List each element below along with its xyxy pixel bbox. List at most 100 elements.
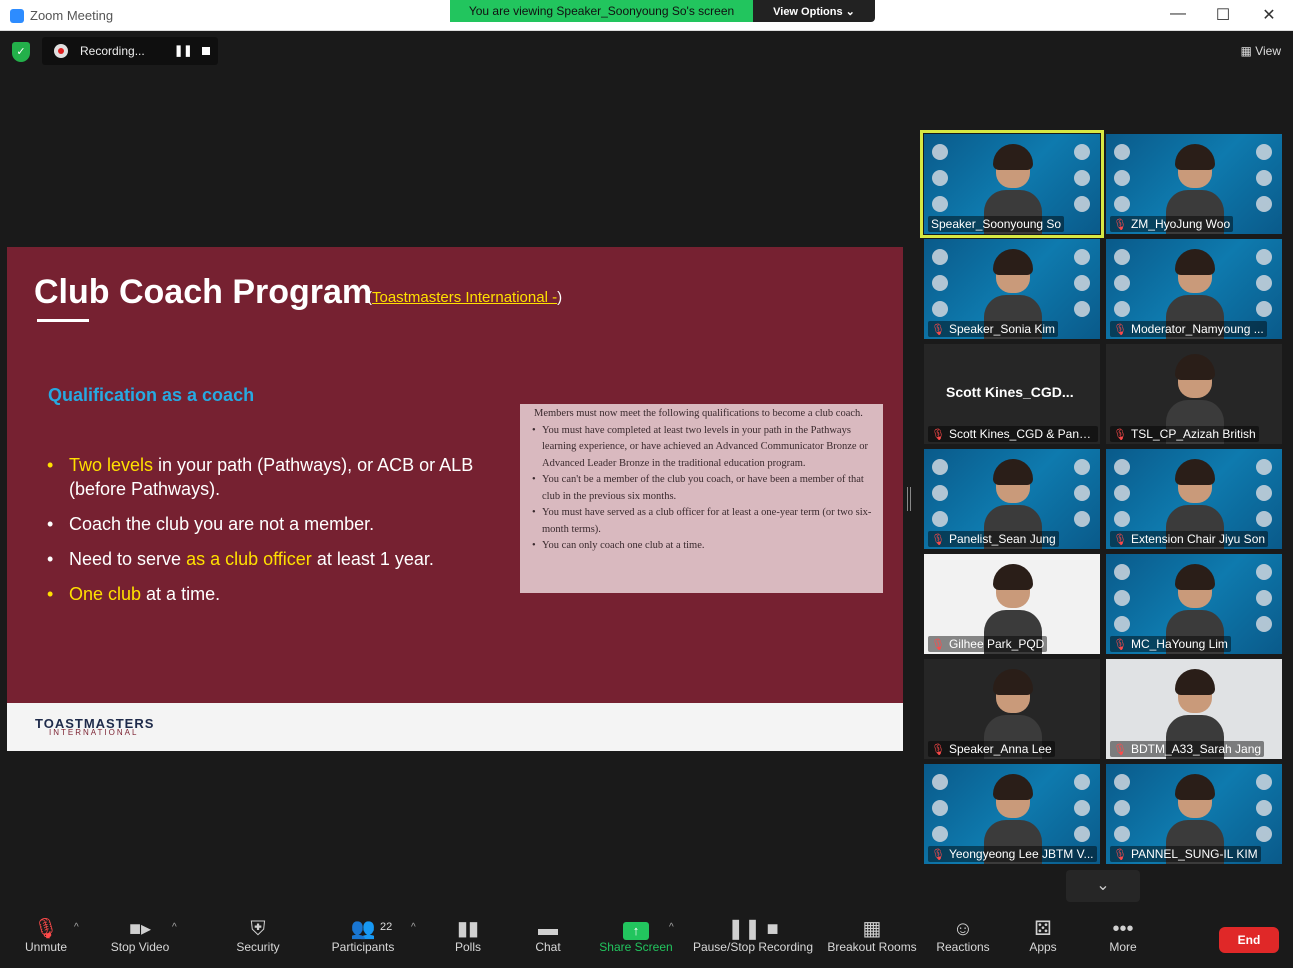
participant-name-label: 🎙 MC_HaYoung Lim: [1110, 636, 1231, 652]
participant-tile[interactable]: Speaker_Soonyoung So: [920, 130, 1104, 238]
share-options-caret-icon[interactable]: ^: [669, 922, 674, 933]
participants-options-caret-icon[interactable]: ^: [411, 922, 416, 933]
participant-name: ZM_HyoJung Woo: [1130, 217, 1231, 231]
breakout-rooms-grid-icon: ▦: [862, 918, 882, 940]
zoom-app-icon: [10, 9, 24, 23]
qualification-heading: Qualification as a coach: [48, 385, 255, 405]
breakout-rooms-button[interactable]: ▦ Breakout Rooms: [826, 906, 918, 968]
viewing-text: You are viewing Speaker_Soonyoung So's s…: [450, 0, 753, 22]
video-camera-icon: ■▸: [128, 918, 152, 940]
viewing-banner: You are viewing Speaker_Soonyoung So's s…: [450, 0, 875, 22]
chat-button[interactable]: ▬ Chat: [528, 906, 568, 968]
participant-name: Speaker_Soonyoung So: [931, 217, 1062, 231]
apps-button[interactable]: ⚄ Apps: [1024, 906, 1062, 968]
minimize-button[interactable]: —: [1168, 5, 1188, 23]
participant-tile[interactable]: 🎙 ZM_HyoJung Woo: [1106, 134, 1282, 234]
qualification-bullets: Two levels in your path (Pathways), or A…: [47, 453, 497, 617]
participant-tile[interactable]: 🎙 Yeongyeong Lee JBTM V...: [924, 764, 1100, 864]
box-list-item: You can only coach one club at a time.: [524, 538, 877, 555]
audio-options-caret-icon[interactable]: ^: [74, 922, 79, 933]
polls-button[interactable]: ▮▮ Polls: [448, 906, 488, 968]
participants-label: Participants: [331, 940, 395, 954]
microphone-muted-icon: 🎙: [33, 918, 59, 940]
participant-tile[interactable]: 🎙 Extension Chair Jiyu Son: [1106, 449, 1282, 549]
view-layout-button[interactable]: ▦ View: [1241, 44, 1281, 58]
participant-name-label: 🎙 PANNEL_SUNG-IL KIM: [1110, 846, 1261, 862]
muted-mic-icon: 🎙: [931, 849, 945, 861]
participant-name: TSL_CP_Azizah British: [1130, 427, 1256, 441]
stop-video-label: Stop Video: [110, 940, 170, 954]
unmute-button[interactable]: 🎙 Unmute: [20, 906, 72, 968]
meeting-top-bar: ✓ Recording... ❚❚ ▦ View: [0, 32, 1293, 72]
participant-name-label: 🎙 Scott Kines_CGD & Pane...: [928, 426, 1098, 442]
muted-mic-icon: 🎙: [1113, 639, 1127, 651]
muted-mic-icon: 🎙: [1113, 849, 1127, 861]
participant-tile[interactable]: 🎙 Gilhee Park_PQD: [924, 554, 1100, 654]
expand-gallery-chevron-icon[interactable]: ⌄: [1066, 870, 1140, 902]
breakout-rooms-label: Breakout Rooms: [827, 940, 917, 954]
participants-count: 22: [380, 921, 393, 933]
muted-mic-icon: 🎙: [1113, 429, 1127, 441]
muted-mic-icon: 🎙: [1113, 534, 1127, 546]
qualification-box: Members must now meet the following qual…: [520, 404, 883, 593]
participant-name: Speaker_Sonia Kim: [948, 322, 1056, 336]
muted-mic-icon: 🎙: [931, 429, 945, 441]
muted-mic-icon: 🎙: [931, 324, 945, 336]
recording-dot-icon: [54, 44, 68, 58]
participant-name-label: 🎙 Gilhee Park_PQD: [928, 636, 1048, 652]
pause-stop-recording-button[interactable]: ❚❚ ■ Pause/Stop Recording: [692, 906, 814, 968]
highlighted-text: as a club officer: [186, 549, 312, 569]
participant-tile[interactable]: 🎙 MC_HaYoung Lim: [1106, 554, 1282, 654]
participant-name-label: 🎙 BDTM_A33_Sarah Jang: [1110, 741, 1265, 757]
maximize-button[interactable]: ☐: [1213, 5, 1233, 25]
slide-title: Club Coach Program: [34, 273, 373, 311]
title-underline: [37, 319, 89, 322]
more-dots-icon: •••: [1112, 918, 1134, 940]
more-button[interactable]: ••• More: [1104, 906, 1142, 968]
participant-tile[interactable]: 🎙 Speaker_Sonia Kim: [924, 239, 1100, 339]
participant-name: MC_HaYoung Lim: [1130, 637, 1228, 651]
toastmasters-link[interactable]: Toastmasters International -: [372, 289, 557, 306]
participant-tile[interactable]: Scott Kines_CGD... 🎙 Scott Kines_CGD & Pan…: [924, 344, 1100, 444]
meeting-toolbar: 🎙 Unmute ^ ■▸ Stop Video ^ ⛨ Security 👥 …: [0, 906, 1293, 968]
muted-mic-icon: 🎙: [931, 534, 945, 546]
participant-tile[interactable]: 🎙 BDTM_A33_Sarah Jang: [1106, 659, 1282, 759]
end-meeting-button[interactable]: End: [1219, 927, 1279, 953]
panel-resize-handle[interactable]: [907, 487, 911, 511]
participant-name: Gilhee Park_PQD: [948, 637, 1045, 651]
apps-icon: ⚄: [1034, 918, 1052, 940]
participant-tile[interactable]: 🎙 Speaker_Anna Lee: [924, 659, 1100, 759]
participant-tile[interactable]: 🎙 Panelist_Sean Jung: [924, 449, 1100, 549]
participant-name: Speaker_Anna Lee: [948, 742, 1052, 756]
share-screen-icon: ↑: [598, 906, 674, 940]
participant-tile[interactable]: 🎙 TSL_CP_Azizah British: [1106, 344, 1282, 444]
reactions-button[interactable]: ☺ Reactions: [934, 906, 992, 968]
shared-screen-slide: Club Coach Program (Toastmasters Interna…: [7, 247, 903, 751]
bullet-text: at least 1 year.: [311, 549, 434, 569]
bullet-text: at a time.: [141, 584, 221, 604]
box-intro: Members must now meet the following qual…: [534, 408, 863, 419]
view-options-button[interactable]: View Options ⌄: [753, 0, 875, 22]
muted-mic-icon: 🎙: [1113, 324, 1127, 336]
participant-name: Moderator_Namyoung ...: [1130, 322, 1264, 336]
participant-tile[interactable]: 🎙 PANNEL_SUNG-IL KIM: [1106, 764, 1282, 864]
pause-recording-icon[interactable]: ❚❚: [174, 44, 192, 57]
video-options-caret-icon[interactable]: ^: [172, 922, 177, 933]
stop-recording-icon[interactable]: [202, 47, 210, 55]
participant-tile[interactable]: 🎙 Moderator_Namyoung ...: [1106, 239, 1282, 339]
encryption-shield-icon[interactable]: ✓: [12, 42, 30, 62]
participants-button[interactable]: 👥 Participants: [328, 906, 398, 968]
participant-name-label: 🎙 Extension Chair Jiyu Son: [1110, 531, 1269, 547]
slide-footer: TOASTMASTERS INTERNATIONAL: [7, 703, 903, 751]
slide-bullet: One club at a time.: [47, 582, 497, 606]
participant-name-label: 🎙 Speaker_Sonia Kim: [928, 321, 1059, 337]
bullet-text: Coach the club you are not a member.: [69, 514, 375, 534]
participant-name-label: 🎙 Moderator_Namyoung ...: [1110, 321, 1267, 337]
security-button[interactable]: ⛨ Security: [230, 906, 286, 968]
participant-name-label: 🎙 ZM_HyoJung Woo: [1110, 216, 1234, 232]
stop-video-button[interactable]: ■▸ Stop Video: [106, 906, 174, 968]
share-screen-label: Share Screen: [599, 940, 673, 954]
close-window-button[interactable]: ✕: [1259, 5, 1279, 25]
share-screen-button[interactable]: ↑ Share Screen: [598, 906, 674, 968]
reactions-smiley-icon: ☺: [952, 918, 974, 940]
